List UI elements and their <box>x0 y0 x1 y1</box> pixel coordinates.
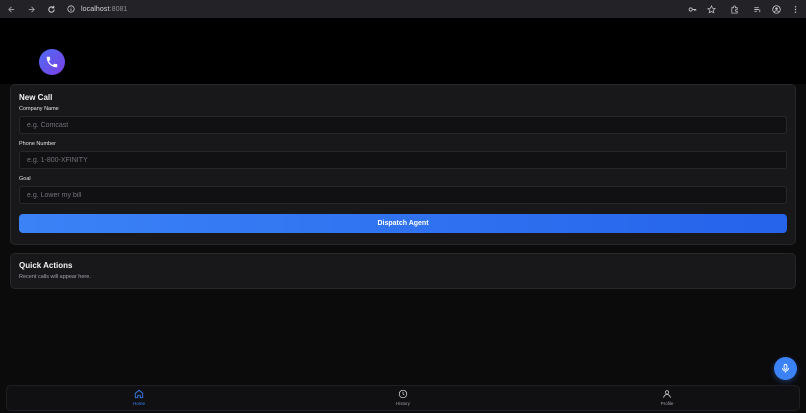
playlist-icon <box>753 6 760 12</box>
clock-icon <box>398 389 408 399</box>
company-name-input[interactable] <box>19 116 787 134</box>
url-text: localhost:8081 <box>81 6 128 13</box>
new-call-card: New Call Company Name Phone Number Goal … <box>10 84 796 245</box>
site-info-icon[interactable] <box>66 4 76 14</box>
back-button[interactable] <box>4 2 18 16</box>
phone-number-input[interactable] <box>19 151 787 169</box>
goal-input[interactable] <box>19 186 787 204</box>
bookmark-button[interactable] <box>704 2 718 16</box>
quick-actions-card: Quick Actions Recent calls will appear h… <box>10 253 796 289</box>
nav-item-history[interactable]: History <box>383 389 423 409</box>
quick-actions-subtitle: Recent calls will appear here. <box>19 274 91 280</box>
puzzle-icon <box>730 4 738 14</box>
home-icon <box>134 389 144 399</box>
password-key-button[interactable] <box>685 2 699 16</box>
arrow-right-icon <box>28 5 35 13</box>
user-icon <box>663 390 671 398</box>
nav-label-profile: Profile <box>660 401 674 406</box>
key-icon <box>688 6 696 12</box>
header-area <box>0 18 806 84</box>
phone-number-label: Phone Number <box>19 141 56 147</box>
bottom-navigation: Home History Profile <box>6 385 800 411</box>
star-icon <box>706 4 716 14</box>
extensions-button[interactable] <box>727 2 741 16</box>
app-root: New Call Company Name Phone Number Goal … <box>0 18 806 413</box>
nav-label-history: History <box>395 401 410 406</box>
arrow-left-icon <box>7 5 14 13</box>
nav-item-home[interactable]: Home <box>119 389 159 409</box>
microphone-icon <box>782 363 789 373</box>
voice-input-button[interactable] <box>774 357 797 380</box>
kebab-menu-icon <box>794 5 796 13</box>
forward-button[interactable] <box>24 2 38 16</box>
quick-actions-title: Quick Actions <box>19 261 73 270</box>
nav-label-home: Home <box>132 401 145 406</box>
browser-menu-button[interactable] <box>788 2 802 16</box>
reload-button[interactable] <box>44 2 58 16</box>
account-icon <box>771 4 781 14</box>
browser-toolbar: localhost:8081 <box>0 0 806 18</box>
app-logo <box>39 49 65 75</box>
url-host: localhost <box>81 5 110 13</box>
url-port: :8081 <box>109 5 128 13</box>
profile-avatar-button[interactable] <box>769 2 783 16</box>
address-bar[interactable]: localhost:8081 <box>66 2 128 16</box>
dispatch-agent-button[interactable]: Dispatch Agent <box>19 214 787 233</box>
new-call-title: New Call <box>19 93 53 102</box>
company-name-label: Company Name <box>19 106 59 112</box>
goal-label: Goal <box>19 176 31 182</box>
phone-icon <box>46 56 58 68</box>
media-controls-button[interactable] <box>750 2 764 16</box>
reload-icon <box>47 5 55 13</box>
nav-item-profile[interactable]: Profile <box>647 389 687 409</box>
